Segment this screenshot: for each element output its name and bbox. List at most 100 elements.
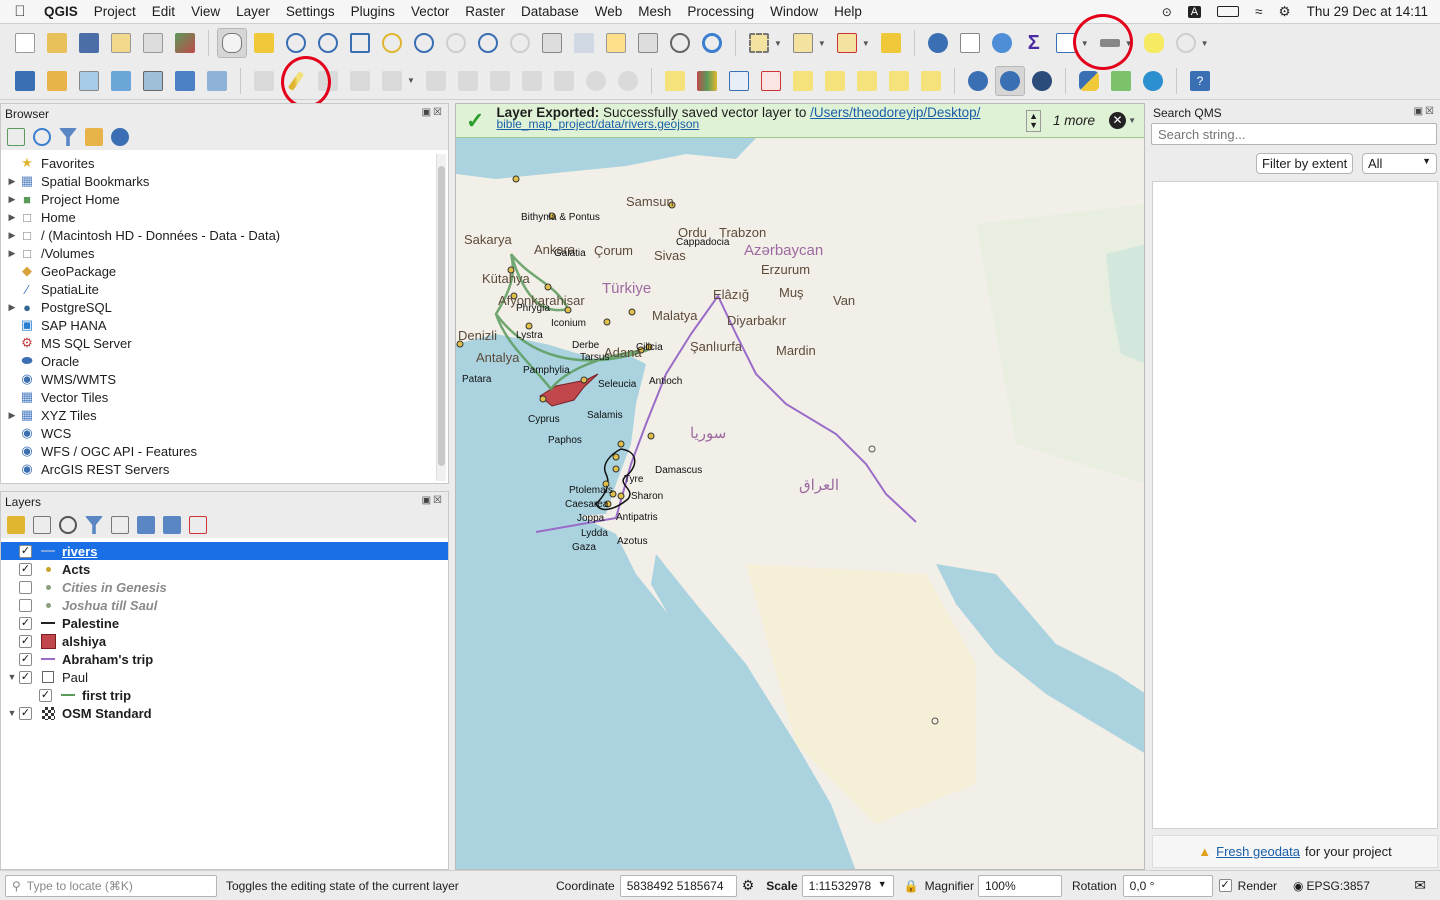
browser-item[interactable]: ★ Favorites <box>5 154 434 172</box>
layer-visibility-checkbox[interactable]: ✓ <box>19 544 32 558</box>
coordinate-field[interactable]: 5838492 5185674 <box>619 874 737 897</box>
message-path-link-2[interactable]: bible_map_project/data/rivers.geojson <box>496 117 699 131</box>
browser-item[interactable]: ▶ ■ Project Home <box>5 190 434 208</box>
new-virtual-layer-icon[interactable] <box>170 66 200 96</box>
cut-features-icon[interactable] <box>485 66 515 96</box>
bluetooth-icon[interactable]: ⊙ <box>1162 5 1172 19</box>
select-by-location-icon[interactable] <box>876 28 906 58</box>
expand-arrow-icon[interactable]: ▼ <box>5 708 19 718</box>
save-layer-edits-icon[interactable] <box>313 66 343 96</box>
zoom-native-icon[interactable] <box>441 28 471 58</box>
redo-icon[interactable] <box>613 66 643 96</box>
layer-row[interactable]: ✓ rivers <box>1 542 448 560</box>
message-more[interactable]: 1 more <box>1053 113 1095 128</box>
diagram-options-icon[interactable] <box>692 66 722 96</box>
expand-arrow-icon[interactable]: ▶ <box>5 176 19 187</box>
new-mesh-layer-icon[interactable] <box>202 66 232 96</box>
layer-visibility-checkbox[interactable]: ✓ <box>19 706 32 720</box>
browser-item[interactable]: ▶ ▦ XYZ Tiles <box>5 406 434 424</box>
statistics-sigma-icon[interactable]: Σ <box>1019 28 1049 58</box>
vertex-tool-icon[interactable] <box>377 66 407 96</box>
toolbox-gear-icon[interactable] <box>987 28 1017 58</box>
fresh-geodata-link[interactable]: Fresh geodata <box>1216 844 1300 859</box>
qgis-plugin-icon[interactable] <box>1106 66 1136 96</box>
layer-visibility-checkbox[interactable] <box>19 598 32 612</box>
messages-icon[interactable]: ✉ <box>1414 877 1426 894</box>
layer-visibility-checkbox[interactable] <box>19 580 32 594</box>
add-group-icon[interactable] <box>33 516 51 534</box>
battery-icon[interactable] <box>1217 6 1240 17</box>
layer-visibility-checkbox[interactable]: ✓ <box>19 562 32 576</box>
layer-visibility-checkbox[interactable]: ✓ <box>19 670 32 684</box>
add-selected-layers-icon[interactable] <box>7 128 25 146</box>
zoom-in-icon[interactable] <box>281 28 311 58</box>
pan-map-icon[interactable] <box>217 28 247 58</box>
layout-manager-icon[interactable] <box>138 28 168 58</box>
new-3d-map-icon[interactable] <box>569 28 599 58</box>
layer-visibility-checkbox[interactable]: ✓ <box>19 616 32 630</box>
label-toolbar-icon[interactable] <box>660 66 690 96</box>
layer-visibility-checkbox[interactable]: ✓ <box>39 688 52 702</box>
layer-row[interactable]: Cities in Genesis <box>1 578 448 596</box>
plugin-settings-icon[interactable] <box>1171 28 1201 58</box>
zoom-to-selection-icon[interactable] <box>377 28 407 58</box>
browser-item[interactable]: ⁄ SpatiaLite <box>5 280 434 298</box>
zoom-full-icon[interactable] <box>345 28 375 58</box>
menubar-clock[interactable]: Thu 29 Dec at 14:11 <box>1307 4 1428 19</box>
current-edits-icon[interactable] <box>249 66 279 96</box>
new-temporary-layer-icon[interactable] <box>138 66 168 96</box>
menu-window[interactable]: Window <box>762 4 826 19</box>
zoom-last-icon[interactable] <box>473 28 503 58</box>
qms-globe-icon[interactable] <box>963 66 993 96</box>
menu-raster[interactable]: Raster <box>457 4 513 19</box>
zoom-next-icon[interactable] <box>505 28 535 58</box>
wifi-icon[interactable]: ≈ <box>1255 4 1262 19</box>
show-unplaced-labels-icon[interactable] <box>756 66 786 96</box>
crs-button[interactable]: EPSG:3857 <box>1307 879 1370 893</box>
coordinate-toggle-icon[interactable]: ⚙ <box>742 877 755 894</box>
globe-plugin-icon[interactable] <box>1027 66 1057 96</box>
style-manager-icon[interactable] <box>170 28 200 58</box>
modify-attributes-icon[interactable] <box>421 66 451 96</box>
panel-float-close-icon[interactable]: ▣☒ <box>422 495 444 509</box>
menu-database[interactable]: Database <box>513 4 587 19</box>
layer-row[interactable]: ✓ Palestine <box>1 614 448 632</box>
pin-unpin-labels-icon[interactable] <box>788 66 818 96</box>
browser-item[interactable]: ▶ □ Home <box>5 208 434 226</box>
filter-legend-icon[interactable] <box>85 516 103 534</box>
filter-expression-icon[interactable] <box>111 516 129 534</box>
layer-row[interactable]: ▼ ✓ OSM Standard <box>1 704 448 722</box>
change-label-icon[interactable] <box>916 66 946 96</box>
message-path-link[interactable]: /Users/theodoreyip/Desktop/ <box>810 105 980 120</box>
browser-item[interactable]: ◆ GeoPackage <box>5 262 434 280</box>
new-geopackage-layer-icon[interactable] <box>42 66 72 96</box>
app-menu-qgis[interactable]: QGIS <box>40 4 86 19</box>
map-tips-icon[interactable] <box>1139 28 1169 58</box>
new-print-layout-icon[interactable] <box>106 28 136 58</box>
remove-layer-icon[interactable] <box>189 516 207 534</box>
crs-globe-icon[interactable]: ◉ <box>1293 879 1303 893</box>
python-console-icon[interactable] <box>1074 66 1104 96</box>
control-center-icon[interactable]: ⚙ <box>1279 4 1291 20</box>
browser-item[interactable]: ⚙ MS SQL Server <box>5 334 434 352</box>
layer-row[interactable]: ✓ alshiya <box>1 632 448 650</box>
copy-features-icon[interactable] <box>517 66 547 96</box>
select-by-value-icon[interactable] <box>788 28 818 58</box>
browser-item[interactable]: ◉ WMS/WMTS <box>5 370 434 388</box>
menu-vector[interactable]: Vector <box>403 4 457 19</box>
toggle-editing-pencil-icon[interactable] <box>281 66 311 96</box>
menu-project[interactable]: Project <box>86 4 144 19</box>
browser-item[interactable]: ▶ ● PostgreSQL <box>5 298 434 316</box>
layer-visibility-checkbox[interactable]: ✓ <box>19 652 32 666</box>
collapse-all-icon[interactable] <box>85 128 103 146</box>
temporal-controller-icon[interactable] <box>665 28 695 58</box>
network-plugin-icon[interactable] <box>1138 66 1168 96</box>
manage-themes-eye-icon[interactable] <box>59 516 77 534</box>
refresh-icon[interactable] <box>697 28 727 58</box>
zoom-to-layer-icon[interactable] <box>409 28 439 58</box>
select-features-icon[interactable] <box>744 28 774 58</box>
rotate-label-icon[interactable] <box>884 66 914 96</box>
menu-layer[interactable]: Layer <box>228 4 278 19</box>
new-shapefile-layer-icon[interactable] <box>74 66 104 96</box>
layer-row[interactable]: ✓ Abraham's trip <box>1 650 448 668</box>
